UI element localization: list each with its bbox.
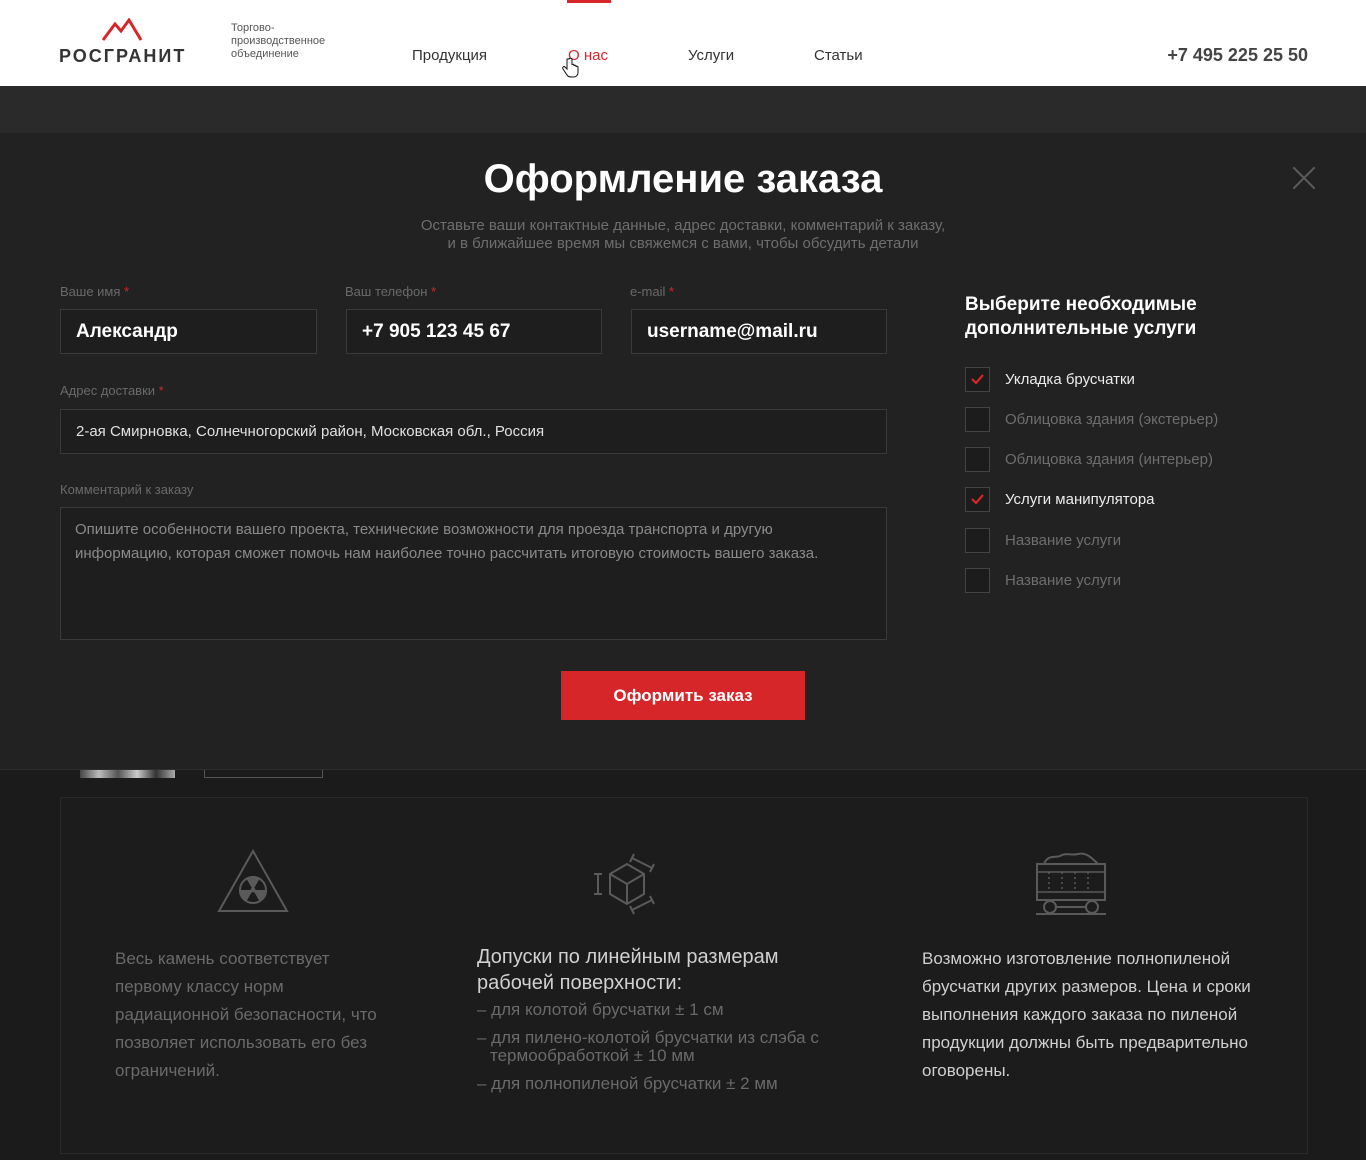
order-modal: Оформление заказа Оставьте ваши контактн… xyxy=(0,133,1366,770)
email-label-text: e-mail xyxy=(630,284,666,299)
product-thumbnail[interactable] xyxy=(80,770,175,778)
tagline: Торгово-производственное объединение xyxy=(231,22,326,60)
phone-field[interactable]: +7 905 123 45 67 xyxy=(346,309,602,354)
name-field[interactable]: Александр xyxy=(60,309,317,354)
service-label: Название услуги xyxy=(1005,531,1122,549)
mountain-logo-icon xyxy=(101,18,143,41)
service-option[interactable]: Укладка брусчатки xyxy=(965,366,1135,392)
site-header: РОСГРАНИТ Торгово-производственное объед… xyxy=(0,0,1366,86)
name-label: Ваше имя * xyxy=(60,284,129,299)
email-field[interactable]: username@mail.ru xyxy=(631,309,887,354)
submit-order-button[interactable]: Оформить заказ xyxy=(561,671,805,720)
service-option[interactable]: Облицовка здания (интерьер) xyxy=(965,446,1213,472)
cube-dimensions-icon xyxy=(594,853,655,915)
list-item: – для пилено-колотой брусчатки из слэба … xyxy=(477,1028,819,1065)
modal-title: Оформление заказа xyxy=(483,157,883,201)
comment-label: Комментарий к заказу xyxy=(60,482,194,497)
list-item: – для колотой брусчатки ± 1 см xyxy=(477,1000,724,1019)
header-phone[interactable]: +7 495 225 25 50 xyxy=(1167,45,1308,66)
checkbox[interactable] xyxy=(965,567,990,593)
radiation-text: Весь камень соответствует первому классу… xyxy=(115,949,377,1080)
nav-item-services[interactable]: Услуги xyxy=(688,47,734,64)
service-label: Название услуги xyxy=(1005,571,1122,589)
phone-label-text: Ваш телефон xyxy=(345,284,428,299)
nav-item-products[interactable]: Продукция xyxy=(412,47,487,64)
required-mark: * xyxy=(669,284,675,299)
checkmark-icon xyxy=(971,374,984,384)
list-item: – для полнопиленой брусчатки ± 2 мм xyxy=(477,1074,778,1093)
address-label-text: Адрес доставки xyxy=(60,383,156,398)
tolerances-list: – для колотой брусчатки ± 1 см – для пил… xyxy=(477,1001,857,1103)
address-label: Адрес доставки * xyxy=(60,383,164,398)
page-band xyxy=(0,86,1366,133)
email-label: e-mail * xyxy=(630,284,674,299)
modal-subtitle: Оставьте ваши контактные данные, адрес д… xyxy=(383,217,983,253)
modal-subtitle-line: Оставьте ваши контактные данные, адрес д… xyxy=(420,217,946,234)
required-mark: * xyxy=(431,284,437,299)
mine-cart-icon xyxy=(1036,852,1106,915)
service-label: Облицовка здания (экстерьер) xyxy=(1005,410,1219,428)
brand-name: РОСГРАНИТ xyxy=(59,46,187,66)
checkbox[interactable] xyxy=(965,527,990,553)
thumbnail-button[interactable] xyxy=(204,770,323,778)
service-option[interactable]: Облицовка здания (экстерьер) xyxy=(965,406,1219,432)
active-nav-indicator xyxy=(567,0,611,3)
hand-cursor-icon xyxy=(562,58,579,78)
checkbox-checked[interactable] xyxy=(965,486,990,512)
checkbox[interactable] xyxy=(965,406,990,432)
checkmark-icon xyxy=(971,494,984,504)
address-field[interactable]: 2-ая Смирновка, Солнечногорский район, М… xyxy=(60,409,887,454)
custom-size-text: Возможно изготовление полнопиленой брусч… xyxy=(922,949,1251,1080)
name-label-text: Ваше имя xyxy=(60,284,121,299)
checkbox-checked[interactable] xyxy=(965,366,990,392)
service-label: Укладка брусчатки xyxy=(1005,370,1135,388)
modal-subtitle-line: и в ближайшее время мы свяжемся с вами, … xyxy=(447,235,919,252)
logo[interactable]: РОСГРАНИТ xyxy=(59,18,189,68)
service-label: Облицовка здания (интерьер) xyxy=(1005,450,1213,468)
radiation-icon xyxy=(217,848,289,912)
tolerances-title: Допуски по линейным размерам рабочей пов… xyxy=(477,946,779,994)
nav-item-articles[interactable]: Статьи xyxy=(814,47,863,64)
service-option[interactable]: Название услуги xyxy=(965,567,1122,593)
service-label: Услуги манипулятора xyxy=(1005,490,1155,508)
service-option[interactable]: Название услуги xyxy=(965,527,1122,553)
required-mark: * xyxy=(158,383,164,398)
services-title: Выберите необходимые дополнительные услу… xyxy=(965,294,1197,339)
service-option[interactable]: Услуги манипулятора xyxy=(965,486,1155,512)
comment-textarea[interactable]: Опишите особенности вашего проекта, техн… xyxy=(60,507,887,640)
checkbox[interactable] xyxy=(965,446,990,472)
phone-label: Ваш телефон * xyxy=(345,284,436,299)
required-mark: * xyxy=(124,284,130,299)
